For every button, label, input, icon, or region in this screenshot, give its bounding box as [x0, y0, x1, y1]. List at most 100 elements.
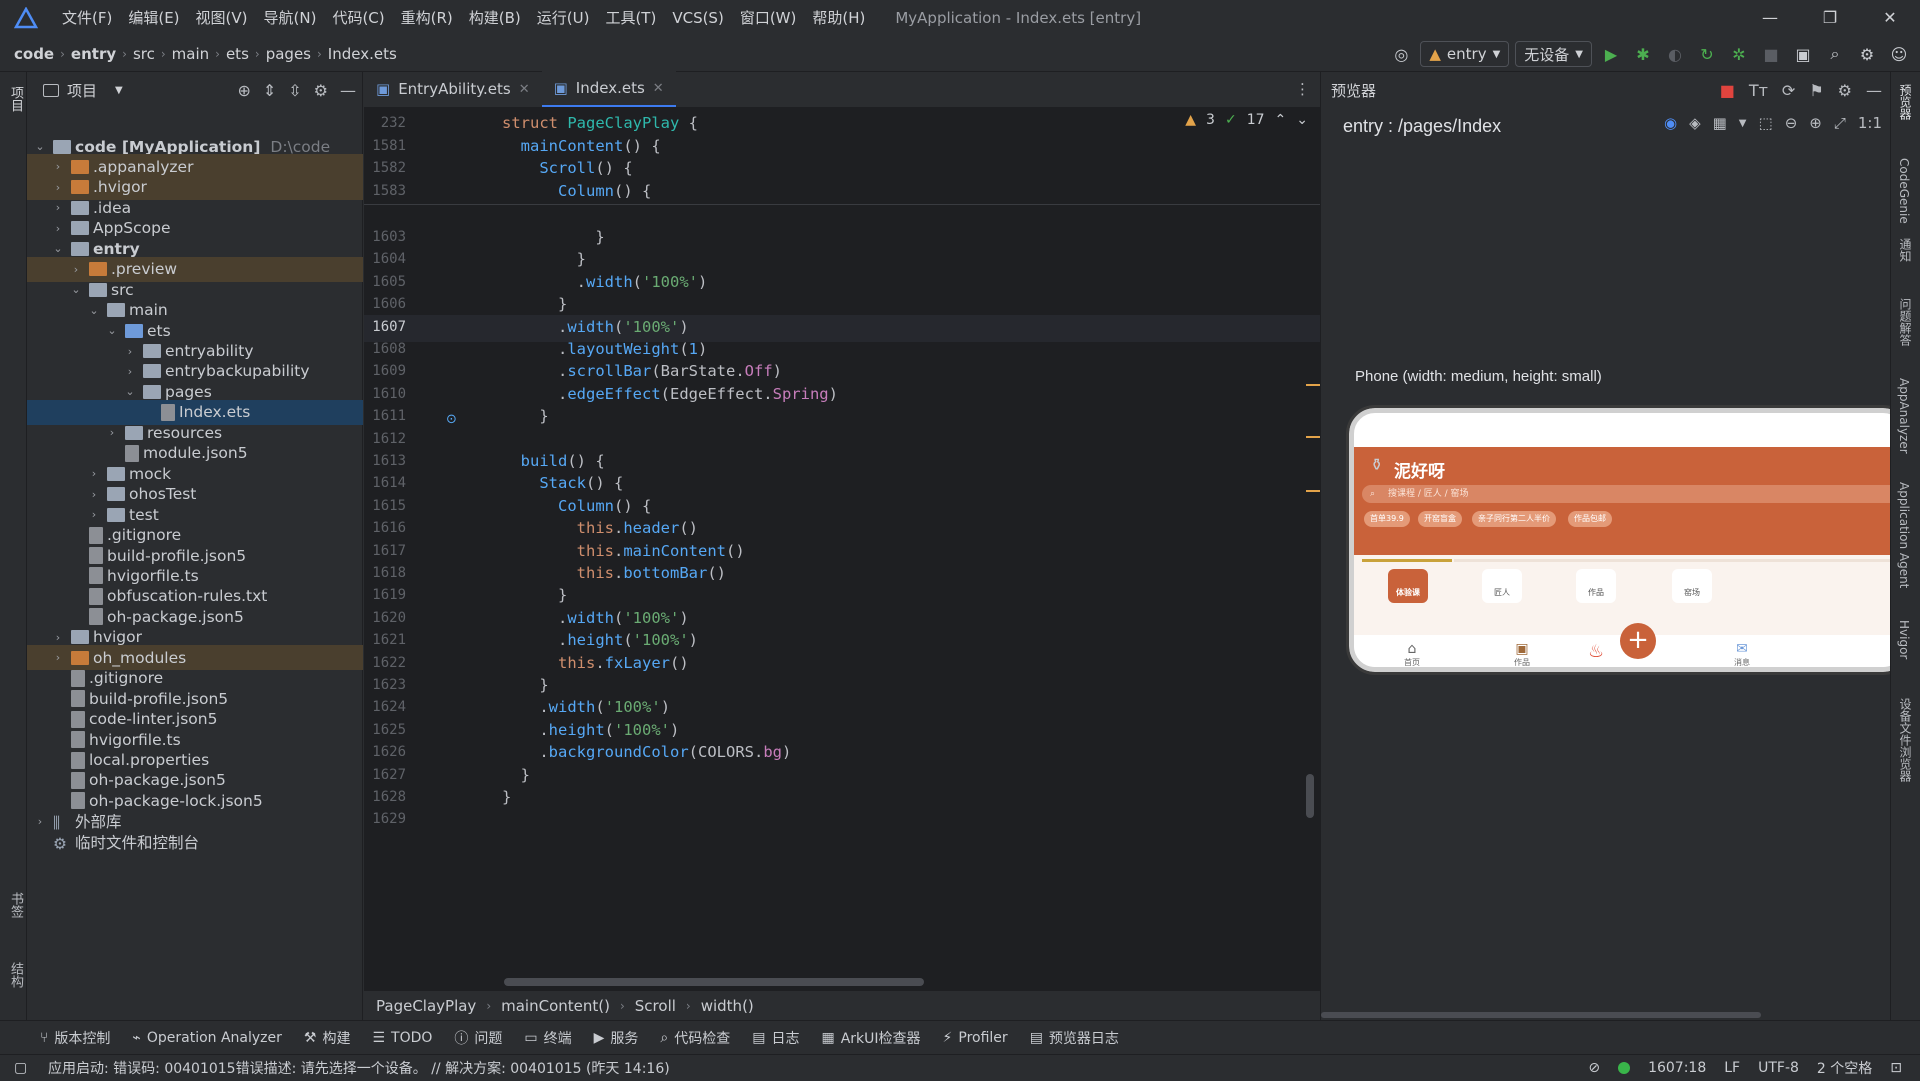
target-icon[interactable]: ◎: [1388, 41, 1414, 67]
right-tool-button[interactable]: 通知: [1897, 238, 1914, 262]
code-line[interactable]: mainContent() {: [502, 137, 661, 155]
layers-icon[interactable]: ◈: [1689, 114, 1701, 132]
promo-chip[interactable]: 作品包邮: [1568, 511, 1612, 527]
category-artisans[interactable]: 匠人: [1482, 569, 1522, 603]
vertical-scrollbar[interactable]: [1306, 774, 1314, 818]
close-button[interactable]: ✕: [1860, 0, 1920, 36]
code-breadcrumb-item[interactable]: PageClayPlay: [376, 997, 476, 1015]
menu-item[interactable]: 视图(V): [188, 0, 256, 36]
tool-window-button[interactable]: ▤ 日志: [752, 1028, 799, 1048]
run-icon[interactable]: ▶: [1598, 41, 1624, 67]
code-line[interactable]: build() {: [502, 452, 605, 470]
promo-chip[interactable]: 亲子同行第二人半价: [1472, 511, 1556, 527]
code-line[interactable]: .width('100%'): [502, 273, 708, 291]
tool-window-button[interactable]: ⚡ Profiler: [943, 1030, 1008, 1046]
add-button[interactable]: +: [1620, 623, 1656, 659]
line-separator[interactable]: LF: [1724, 1060, 1740, 1076]
expand-all-icon[interactable]: ⇕: [263, 81, 276, 100]
code-line[interactable]: .layoutWeight(1): [502, 340, 707, 358]
chevron-right-icon[interactable]: ›: [51, 651, 65, 664]
account-icon[interactable]: ☺: [1886, 41, 1912, 67]
module-select[interactable]: ▲ entry ▼: [1420, 41, 1510, 67]
code-line[interactable]: }: [502, 295, 567, 313]
project-view-select[interactable]: 项目: [67, 80, 97, 101]
close-tab-icon[interactable]: ✕: [519, 82, 530, 97]
bottom-tab-works[interactable]: ▣ 作品: [1502, 641, 1542, 667]
search-icon[interactable]: ⌕: [1822, 41, 1848, 67]
close-tab-icon[interactable]: ✕: [653, 81, 664, 96]
code-line[interactable]: }: [502, 228, 604, 246]
code-breadcrumb-item[interactable]: width(): [701, 997, 754, 1015]
code-line[interactable]: .edgeEffect(EdgeEffect.Spring): [502, 385, 838, 403]
chevron-down-icon[interactable]: ⌄: [87, 304, 101, 317]
grid-icon[interactable]: ▦: [1713, 114, 1727, 132]
menu-item[interactable]: 重构(R): [393, 0, 461, 36]
zoom-in-icon[interactable]: ⊕: [1809, 114, 1822, 132]
right-tool-button[interactable]: CodeGenie: [1897, 158, 1911, 224]
menu-item[interactable]: 代码(C): [324, 0, 392, 36]
right-tool-button[interactable]: AppAnalyzer: [1897, 378, 1911, 454]
bottom-tab-messages[interactable]: ✉ 消息: [1722, 641, 1762, 667]
stop-icon[interactable]: ■: [1758, 41, 1784, 67]
collapse-all-icon[interactable]: ⇳: [288, 81, 301, 100]
profile-icon[interactable]: ✲: [1726, 41, 1752, 67]
code-line[interactable]: this.fxLayer(): [502, 654, 689, 672]
bookmarks-tool-button[interactable]: 书签: [6, 892, 25, 918]
file-encoding[interactable]: UTF-8: [1758, 1060, 1799, 1076]
menu-item[interactable]: 构建(B): [461, 0, 529, 36]
device-select[interactable]: 无设备 ▼: [1515, 41, 1592, 67]
chevron-down-icon[interactable]: ▼: [115, 85, 123, 96]
code-line[interactable]: Column() {: [502, 497, 651, 515]
menu-item[interactable]: 运行(U): [529, 0, 598, 36]
chevron-down-icon[interactable]: ⌄: [69, 283, 83, 296]
code-line[interactable]: this.header(): [502, 519, 698, 537]
code-line[interactable]: .width('100%'): [502, 698, 670, 716]
chevron-right-icon[interactable]: ›: [51, 181, 65, 194]
menu-item[interactable]: 文件(F): [54, 0, 120, 36]
app-search-bar[interactable]: ⌕ 搜课程 / 匠人 / 窑场: [1362, 485, 1902, 503]
menu-item[interactable]: VCS(S): [664, 0, 731, 36]
code-line[interactable]: this.bottomBar(): [502, 564, 726, 582]
locate-icon[interactable]: ⊕: [237, 81, 250, 100]
font-size-icon[interactable]: Tт: [1749, 81, 1768, 100]
category-works[interactable]: 作品: [1576, 569, 1616, 603]
code-line[interactable]: }: [502, 586, 567, 604]
ratio-icon[interactable]: 1:1: [1858, 114, 1882, 132]
tool-window-button[interactable]: ▤ 预览器日志: [1030, 1028, 1119, 1048]
code-breadcrumb-item[interactable]: Scroll: [635, 997, 676, 1015]
status-message[interactable]: 应用启动: 错误码: 00401015错误描述: 请先选择一个设备。 // 解决…: [48, 1058, 670, 1078]
stop-preview-icon[interactable]: ■: [1720, 81, 1735, 100]
code-line[interactable]: .width('100%'): [502, 318, 689, 336]
bottom-tab-home[interactable]: ⌂ 首页: [1392, 641, 1432, 667]
code-line[interactable]: .scrollBar(BarState.Off): [502, 362, 782, 380]
chevron-right-icon[interactable]: ›: [105, 426, 119, 439]
right-tool-button[interactable]: 设备文件浏览器: [1897, 698, 1914, 782]
tool-window-button[interactable]: ⚒ 构建: [304, 1028, 351, 1048]
chevron-down-icon[interactable]: ⌄: [105, 324, 119, 337]
chevron-right-icon[interactable]: ›: [33, 815, 47, 828]
gear-icon[interactable]: ⚙: [1838, 81, 1852, 100]
chevron-down-icon[interactable]: ⌄: [33, 140, 47, 153]
code-line[interactable]: Scroll() {: [502, 159, 632, 177]
code-line[interactable]: }: [502, 788, 511, 806]
rotate-icon[interactable]: ⤢: [1834, 114, 1846, 132]
hide-icon[interactable]: —: [340, 81, 356, 100]
menu-item[interactable]: 工具(T): [597, 0, 664, 36]
chevron-right-icon[interactable]: ›: [123, 345, 137, 358]
right-tool-button[interactable]: 预览器: [1897, 84, 1914, 120]
pin-icon[interactable]: ⚑: [1809, 81, 1823, 100]
maximize-button[interactable]: ❐: [1800, 0, 1860, 36]
code-line[interactable]: }: [502, 676, 548, 694]
tab-entryability[interactable]: ▣ EntryAbility.ets ✕: [364, 71, 542, 107]
code-line[interactable]: this.mainContent(): [502, 542, 745, 560]
inspector-icon[interactable]: ◉: [1664, 114, 1677, 132]
code-editor[interactable]: 232 struct PageClayPlay {1581 mainContent…: [364, 108, 1320, 990]
tool-window-button[interactable]: ▭ 终端: [524, 1028, 571, 1048]
category-experience[interactable]: 体验课: [1388, 569, 1428, 603]
indent-setting[interactable]: 2 个空格: [1817, 1058, 1872, 1078]
minimize-button[interactable]: —: [1740, 0, 1800, 36]
menu-item[interactable]: 窗口(W): [732, 0, 805, 36]
code-line[interactable]: .backgroundColor(COLORS.bg): [502, 743, 791, 761]
chevron-down-icon[interactable]: ▼: [1739, 118, 1747, 129]
code-line[interactable]: .width('100%'): [502, 609, 689, 627]
